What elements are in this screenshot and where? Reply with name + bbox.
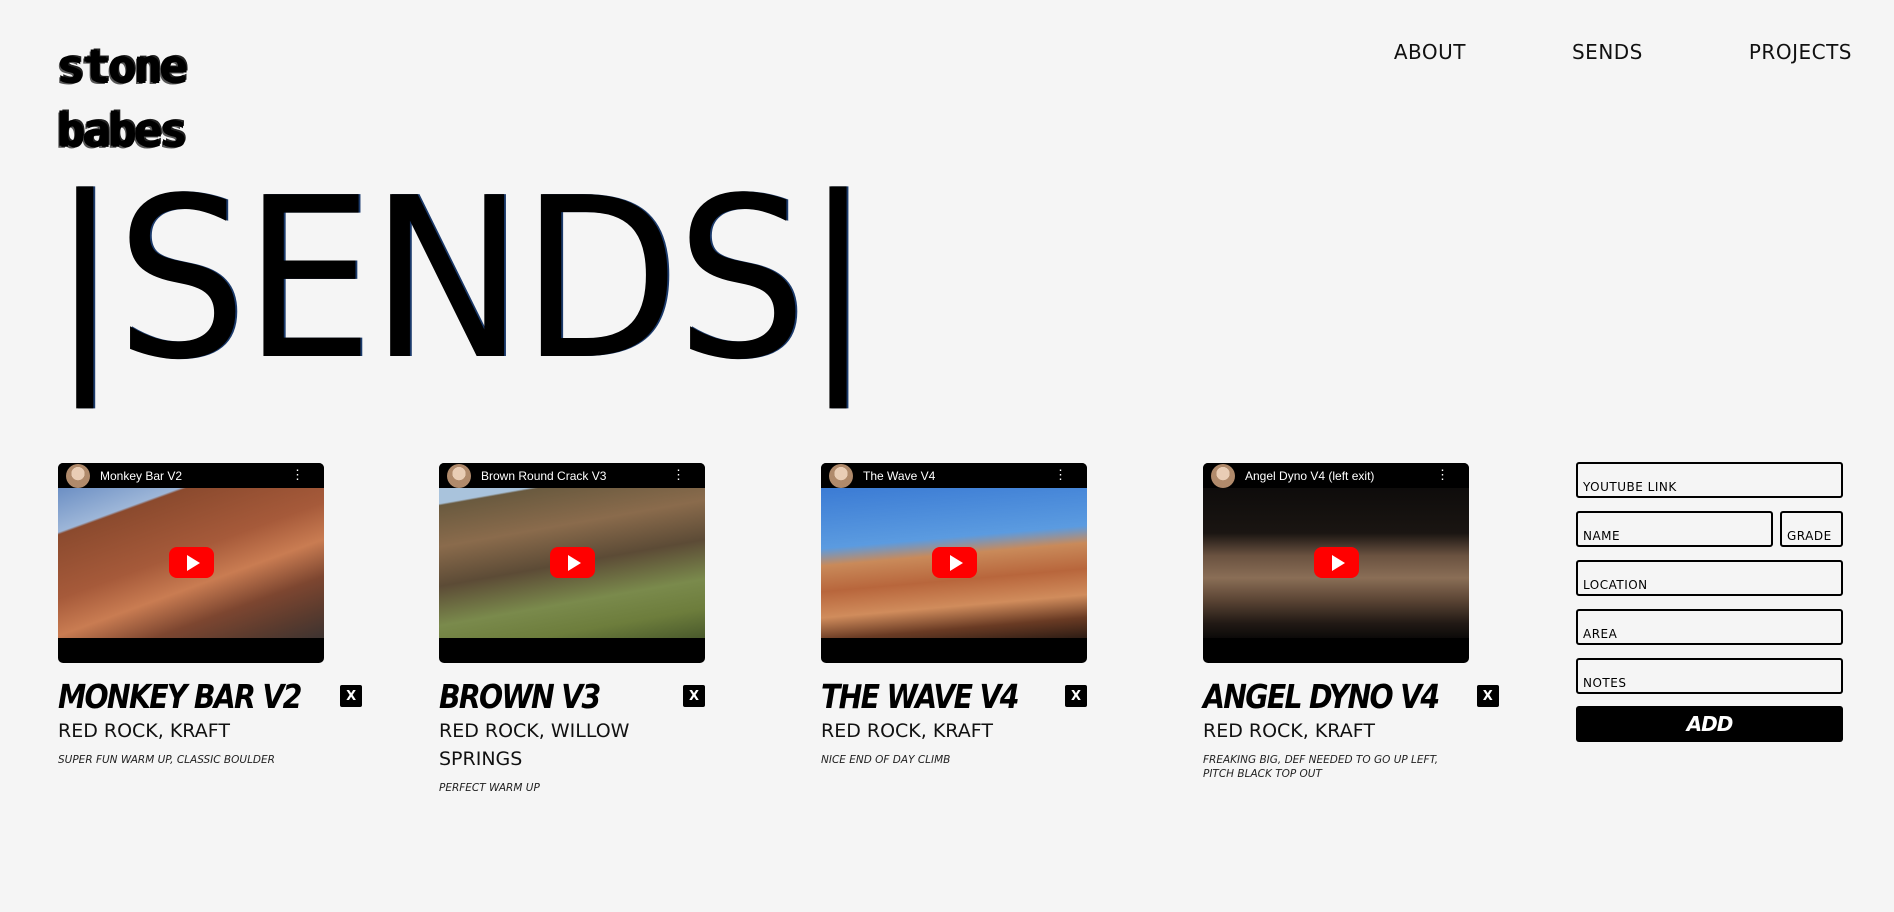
send-notes: PERFECT WARM UP	[439, 782, 540, 794]
channel-avatar[interactable]	[66, 463, 90, 488]
main-nav: ABOUT SENDS PROJECTS	[1394, 40, 1852, 64]
card-title-row: MONKEY BAR V2 X	[58, 677, 363, 717]
channel-avatar[interactable]	[447, 463, 471, 488]
add-send-form: YOUTUBE LINK NAME GRADE LOCATION AREA NO…	[1576, 462, 1843, 742]
send-card: Brown Round Crack V3 ⋮ BROWN V3 X RED RO…	[439, 463, 705, 795]
card-title-row: ANGEL DYNO V4 X	[1203, 677, 1499, 717]
play-icon[interactable]	[550, 547, 595, 578]
send-title: THE WAVE V4	[821, 677, 1019, 716]
close-icon[interactable]: X	[340, 685, 363, 707]
close-icon[interactable]: X	[1065, 685, 1087, 707]
video-topbar: Monkey Bar V2 ⋮	[58, 463, 324, 488]
nav-projects[interactable]: PROJECTS	[1749, 40, 1852, 64]
video-topbar: Brown Round Crack V3 ⋮	[439, 463, 705, 488]
send-location: RED ROCK, KRAFT	[58, 720, 230, 742]
youtube-link-field[interactable]: YOUTUBE LINK	[1576, 462, 1843, 498]
play-icon[interactable]	[932, 547, 977, 578]
send-card: The Wave V4 ⋮ THE WAVE V4 X RED ROCK, KR…	[821, 463, 1087, 767]
channel-avatar[interactable]	[1211, 463, 1235, 488]
more-vertical-icon[interactable]: ⋮	[291, 468, 304, 482]
page-title: |SENDS|	[50, 151, 873, 409]
send-title: MONKEY BAR V2	[58, 677, 302, 716]
close-icon[interactable]: X	[683, 685, 705, 707]
nav-sends[interactable]: SENDS	[1572, 40, 1643, 64]
send-card: Angel Dyno V4 (left exit) ⋮ ANGEL DYNO V…	[1203, 463, 1499, 781]
video-title[interactable]: Monkey Bar V2	[100, 469, 182, 483]
send-title: ANGEL DYNO V4	[1203, 677, 1440, 716]
card-title-row: THE WAVE V4 X	[821, 677, 1087, 717]
play-icon[interactable]	[1314, 547, 1359, 578]
video-embed[interactable]: Angel Dyno V4 (left exit) ⋮	[1203, 463, 1469, 663]
add-button[interactable]: ADD	[1576, 706, 1843, 742]
send-notes: SUPER FUN WARM UP, CLASSIC BOULDER	[58, 754, 275, 766]
grade-field[interactable]: GRADE	[1780, 511, 1843, 547]
more-vertical-icon[interactable]: ⋮	[1054, 468, 1067, 482]
close-icon[interactable]: X	[1476, 685, 1499, 707]
video-embed[interactable]: Monkey Bar V2 ⋮	[58, 463, 324, 663]
video-title[interactable]: Angel Dyno V4 (left exit)	[1245, 469, 1374, 483]
page: stone babes ABOUT SENDS PROJECTS |SENDS|…	[0, 0, 1894, 912]
logo[interactable]: stone babes	[56, 34, 186, 162]
more-vertical-icon[interactable]: ⋮	[672, 468, 685, 482]
notes-field[interactable]: NOTES	[1576, 658, 1843, 694]
video-topbar: The Wave V4 ⋮	[821, 463, 1087, 488]
send-location: RED ROCK, KRAFT	[1203, 720, 1375, 742]
send-location: RED ROCK, KRAFT	[821, 720, 993, 742]
send-notes: NICE END OF DAY CLIMB	[821, 754, 951, 766]
channel-avatar[interactable]	[829, 463, 853, 488]
name-field[interactable]: NAME	[1576, 511, 1773, 547]
logo-line-1: stone	[56, 39, 186, 93]
send-card: Monkey Bar V2 ⋮ MONKEY BAR V2 X RED ROCK…	[58, 463, 363, 767]
more-vertical-icon[interactable]: ⋮	[1436, 468, 1449, 482]
send-location: RED ROCK, WILLOW SPRINGS	[439, 720, 630, 770]
location-field[interactable]: LOCATION	[1576, 560, 1843, 596]
video-title[interactable]: Brown Round Crack V3	[481, 469, 606, 483]
video-embed[interactable]: Brown Round Crack V3 ⋮	[439, 463, 705, 663]
card-title-row: BROWN V3 X	[439, 677, 705, 717]
video-title[interactable]: The Wave V4	[863, 469, 935, 483]
send-notes: FREAKING BIG, DEF NEEDED TO GO UP LEFT, …	[1203, 754, 1439, 780]
video-embed[interactable]: The Wave V4 ⋮	[821, 463, 1087, 663]
name-grade-row: NAME GRADE	[1576, 511, 1843, 560]
video-topbar: Angel Dyno V4 (left exit) ⋮	[1203, 463, 1469, 488]
send-title: BROWN V3	[439, 677, 601, 716]
area-field[interactable]: AREA	[1576, 609, 1843, 645]
nav-about[interactable]: ABOUT	[1394, 40, 1466, 64]
play-icon[interactable]	[169, 547, 214, 578]
